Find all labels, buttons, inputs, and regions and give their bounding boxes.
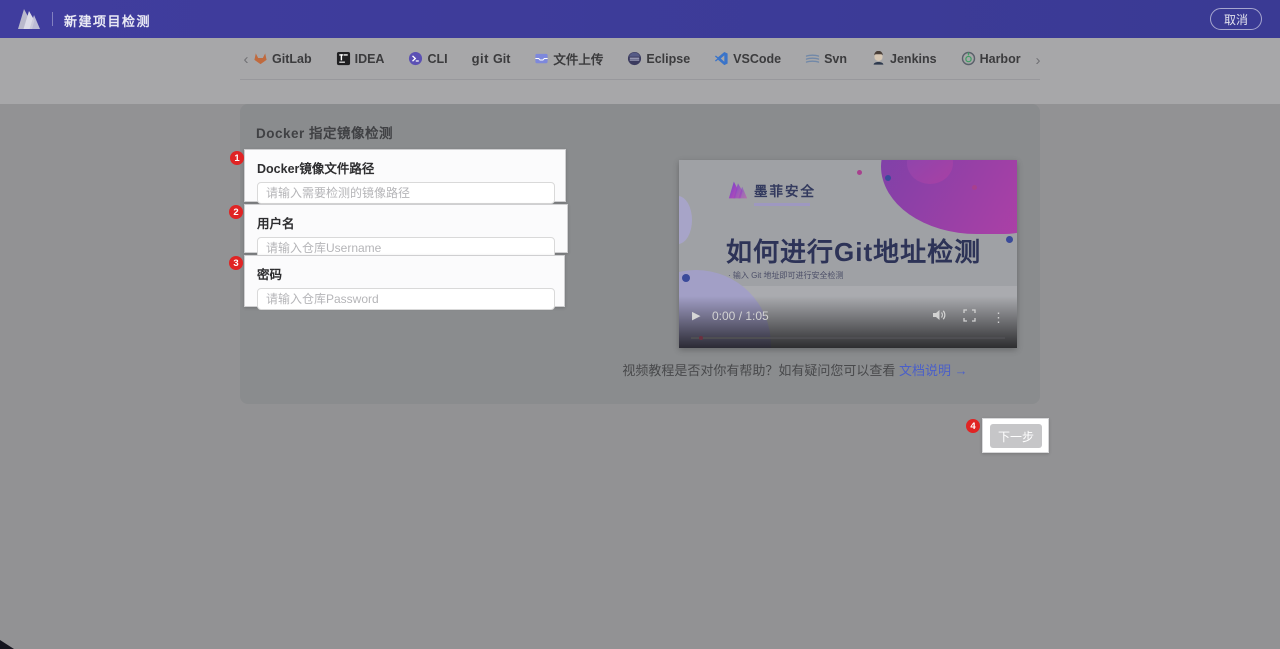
video-help-caption: 视频教程是否对你有帮助？如有疑问您可以查看 文档说明 →: [560, 360, 1030, 379]
tab-label: GitLab: [272, 52, 312, 66]
tab-idea[interactable]: IDEA: [335, 42, 386, 75]
next-step-spotlight: 下一步: [982, 418, 1049, 453]
field-password: 密码: [244, 255, 565, 307]
page-title: 新建项目检测: [64, 11, 151, 30]
docker-image-path-input[interactable]: [257, 182, 555, 204]
password-input[interactable]: [257, 288, 555, 310]
som-badge-2: 2: [229, 205, 243, 219]
tabs-scroll-right-icon[interactable]: ›: [1032, 50, 1044, 69]
cli-icon: [408, 51, 423, 66]
upload-tray-icon: [534, 51, 549, 66]
tab-svn[interactable]: Svn: [804, 42, 848, 75]
jenkins-icon: [871, 51, 886, 66]
card-title: Docker 指定镜像检测: [256, 122, 393, 142]
play-icon[interactable]: ▶: [692, 309, 700, 322]
tab-label: IDEA: [355, 52, 385, 66]
tutorial-video-player[interactable]: 墨菲安全 如何进行Git地址检测 · 输入 Git 地址即可进行安全检测 ▶ 0…: [679, 160, 1017, 348]
fullscreen-icon[interactable]: [963, 309, 976, 327]
password-label: 密码: [257, 264, 564, 283]
tab-label: Harbor: [980, 52, 1021, 66]
more-options-icon[interactable]: ⋮: [992, 311, 1005, 325]
gitlab-icon: [253, 51, 268, 66]
video-progress-bar[interactable]: [691, 337, 1005, 339]
som-badge-1: 1: [230, 151, 244, 165]
vscode-icon: [714, 51, 729, 66]
header-divider: [52, 12, 53, 26]
tab-vscode[interactable]: VSCode: [713, 42, 782, 75]
video-slide-title: 如何进行Git地址检测: [726, 232, 981, 269]
tab-label: 文件上传: [553, 49, 603, 68]
video-controls-bar: ▶ 0:00 / 1:05 ⋮: [679, 296, 1017, 348]
video-slide-subtitle: · 输入 Git 地址即可进行安全检测: [728, 270, 844, 281]
decor-dot: [857, 170, 862, 175]
volume-icon[interactable]: [932, 308, 947, 327]
decor-dot: [885, 175, 891, 181]
tab-label: Jenkins: [890, 52, 937, 66]
video-brand-lockup: 墨菲安全: [727, 180, 816, 206]
harbor-icon: [961, 51, 976, 66]
tabstrip-background: ‹ GitLab IDEA CLI git: [0, 38, 1280, 104]
svn-icon: [805, 51, 820, 66]
docs-link[interactable]: 文档说明 →: [899, 363, 968, 378]
next-step-button[interactable]: 下一步: [990, 424, 1042, 448]
corner-artifact: [0, 640, 14, 649]
video-time: 0:00 / 1:05: [712, 309, 769, 323]
tab-file-upload[interactable]: 文件上传: [533, 40, 604, 77]
som-badge-3: 3: [229, 256, 243, 270]
field-docker-image-path: Docker镜像文件路径: [244, 149, 566, 202]
murphysec-logo-icon: [16, 7, 42, 36]
video-brand-name: 墨菲安全: [754, 180, 816, 200]
idea-icon: [336, 51, 351, 66]
tab-jenkins[interactable]: Jenkins: [870, 42, 938, 75]
tab-git[interactable]: git Git: [471, 42, 512, 75]
video-brand-subline: [754, 203, 810, 206]
tab-gitlab[interactable]: GitLab: [252, 42, 313, 75]
tab-cli[interactable]: CLI: [407, 42, 448, 75]
tabs-viewport: GitLab IDEA CLI git Git: [252, 40, 1030, 77]
tab-label: Eclipse: [646, 52, 690, 66]
tab-label: VSCode: [733, 52, 781, 66]
decor-dot: [682, 274, 690, 282]
som-badge-4: 4: [966, 419, 980, 433]
field-username: 用户名: [244, 204, 568, 253]
tab-harbor[interactable]: Harbor: [960, 42, 1022, 75]
tab-label: Git: [493, 52, 510, 66]
cancel-button[interactable]: 取消: [1210, 8, 1262, 30]
tabs-scroll-left-icon[interactable]: ‹: [240, 49, 252, 68]
tab-label: Svn: [824, 52, 847, 66]
docker-image-path-label: Docker镜像文件路径: [257, 158, 565, 177]
git-icon: git: [472, 51, 489, 66]
help-text: 视频教程是否对你有帮助？如有疑问您可以查看: [622, 363, 899, 378]
video-progress-dot: [699, 336, 703, 340]
source-type-tabbar: ‹ GitLab IDEA CLI git: [240, 38, 1040, 80]
username-label: 用户名: [257, 213, 567, 232]
tab-label: CLI: [427, 52, 447, 66]
tab-eclipse[interactable]: Eclipse: [626, 42, 691, 75]
app-header: 新建项目检测 取消: [0, 0, 1280, 38]
decor-blob-left: [679, 196, 692, 244]
eclipse-icon: [627, 51, 642, 66]
murphysec-video-logo-icon: [727, 180, 749, 205]
decor-dot: [972, 185, 977, 190]
decor-dot: [1006, 236, 1013, 243]
